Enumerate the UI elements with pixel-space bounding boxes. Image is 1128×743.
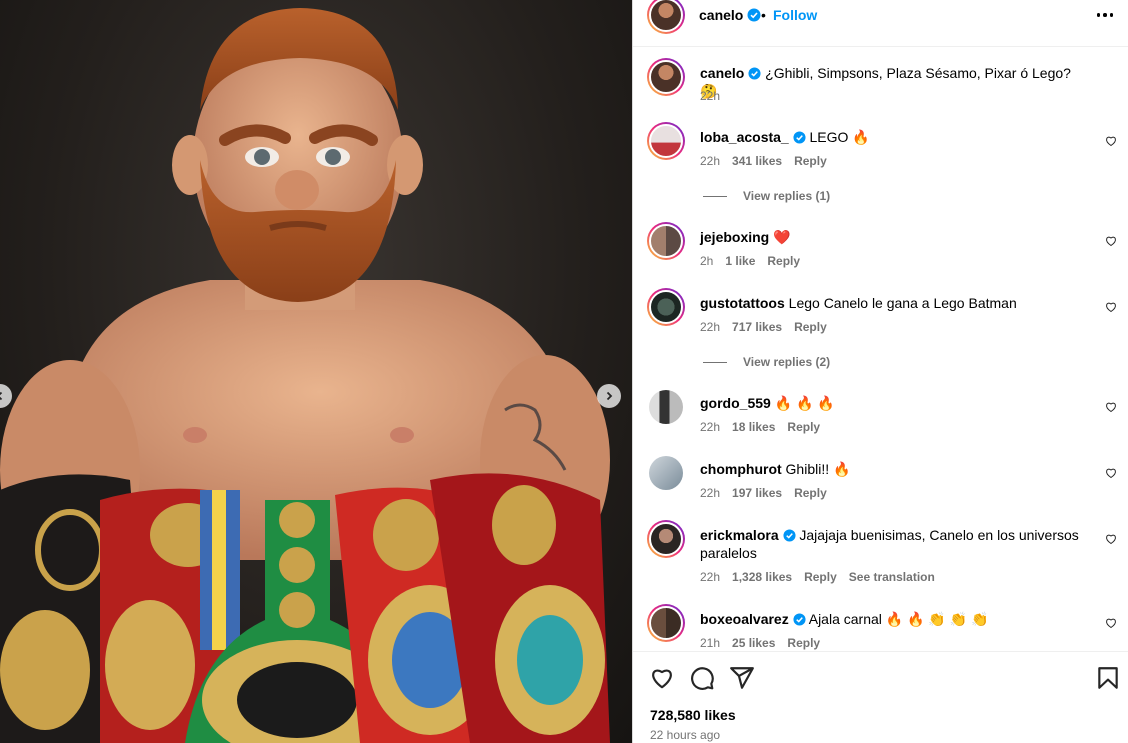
comment-body: Ghibli!! 🔥 (785, 461, 851, 477)
bookmark-icon[interactable] (1095, 665, 1121, 691)
comment-likes[interactable]: 341 likes (732, 154, 782, 168)
post-image (0, 0, 632, 743)
verified-badge-icon (793, 613, 806, 626)
comment-avatar[interactable] (647, 288, 685, 326)
follow-button[interactable]: Follow (773, 7, 817, 23)
comment-text: jejeboxing ❤️ (700, 228, 1090, 246)
verified-badge-icon (782, 529, 796, 542)
comment-avatar[interactable] (649, 456, 683, 490)
comment-username[interactable]: loba_acosta_ (700, 129, 789, 145)
reply-button[interactable]: Reply (804, 570, 837, 584)
comment-username[interactable]: boxeoalvarez (700, 611, 789, 627)
share-icon[interactable] (729, 665, 755, 691)
comment-avatar[interactable] (647, 122, 685, 160)
reply-button[interactable]: Reply (794, 154, 827, 168)
verified-badge-icon (747, 8, 761, 22)
caption-username[interactable]: canelo (700, 65, 744, 81)
caption-avatar[interactable] (647, 58, 685, 96)
post-timestamp[interactable]: 22 hours ago (650, 728, 720, 742)
view-replies-button[interactable]: View replies (2) (703, 355, 830, 369)
post-actions: 728,580 likes 22 hours ago (633, 651, 1128, 743)
comment-meta: 21h 25 likes Reply (700, 636, 820, 650)
comment-likes[interactable]: 717 likes (732, 320, 782, 334)
verified-badge-icon (793, 131, 806, 144)
comment-time: 2h (700, 254, 714, 268)
comment-body: LEGO 🔥 (809, 129, 870, 145)
comment-meta: 2h 1 like Reply (700, 254, 800, 268)
heart-icon[interactable] (1105, 617, 1117, 629)
post-header: canelo • Follow (633, 0, 1128, 47)
caption-meta: 22h (700, 89, 720, 103)
heart-icon[interactable] (1105, 135, 1117, 147)
comment-time: 22h (700, 486, 721, 500)
comment-body: Ajala carnal 🔥 🔥 👏 👏 👏 (808, 611, 989, 627)
more-options-button[interactable] (1094, 5, 1116, 25)
caption-time: 22h (700, 89, 721, 103)
heart-icon[interactable] (649, 665, 675, 691)
comment-username[interactable]: gordo_559 (700, 395, 771, 411)
comment-likes[interactable]: 1 like (725, 254, 755, 268)
comment-body: ❤️ (773, 229, 791, 245)
comment-text: chomphurot Ghibli!! 🔥 (700, 460, 1090, 478)
more-icon (1096, 13, 1101, 17)
reply-button[interactable]: Reply (767, 254, 800, 268)
comment-likes[interactable]: 25 likes (732, 636, 775, 650)
pixar-boxer-illustration (0, 8, 610, 743)
comment-text: erickmalora Jajajaja buenisimas, Canelo … (700, 526, 1090, 562)
comment-time: 22h (700, 570, 721, 584)
comment-text: gustotattoos Lego Canelo le gana a Lego … (700, 294, 1090, 312)
comment-meta: 22h 1,328 likes Reply See translation (700, 570, 935, 584)
comment-avatar[interactable] (647, 222, 685, 260)
comment-meta: 22h 717 likes Reply (700, 320, 827, 334)
post-side-panel: canelo • Follow canelo ¿Ghibli, Simpsons… (632, 0, 1128, 743)
comment-likes[interactable]: 1,328 likes (732, 570, 792, 584)
likes-count[interactable]: 728,580 likes (650, 707, 736, 723)
author-avatar[interactable] (647, 0, 685, 34)
comment-text: gordo_559 🔥 🔥 🔥 (700, 394, 1090, 412)
heart-icon[interactable] (1105, 301, 1117, 313)
comment-likes[interactable]: 197 likes (732, 486, 782, 500)
heart-icon[interactable] (1105, 467, 1117, 479)
comments-list[interactable]: canelo ¿Ghibli, Simpsons, Plaza Sésamo, … (633, 48, 1128, 651)
reply-button[interactable]: Reply (787, 636, 820, 650)
comment-avatar[interactable] (647, 604, 685, 642)
comment-username[interactable]: gustotattoos (700, 295, 785, 311)
header-separator: • (761, 7, 766, 23)
view-replies-button[interactable]: View replies (1) (703, 189, 830, 203)
comment-text: boxeoalvarez Ajala carnal 🔥 🔥 👏 👏 👏 (700, 610, 1090, 628)
comment-time: 21h (700, 636, 721, 650)
comment-body: 🔥 🔥 🔥 (774, 395, 835, 411)
heart-icon[interactable] (1105, 401, 1117, 413)
comment-body: Lego Canelo le gana a Lego Batman (788, 295, 1017, 311)
verified-badge-icon (748, 67, 761, 80)
post-modal: canelo • Follow canelo ¿Ghibli, Simpsons… (0, 0, 1128, 743)
comment-meta: 22h 197 likes Reply (700, 486, 827, 500)
comment-icon[interactable] (689, 665, 715, 691)
comment-avatar[interactable] (649, 390, 683, 424)
comment-username[interactable]: jejeboxing (700, 229, 769, 245)
reply-button[interactable]: Reply (794, 320, 827, 334)
comment-time: 22h (700, 154, 721, 168)
heart-icon[interactable] (1105, 533, 1117, 545)
reply-button[interactable]: Reply (787, 420, 820, 434)
next-image-button[interactable] (597, 384, 621, 408)
comment-meta: 22h 341 likes Reply (700, 154, 827, 168)
comment-likes[interactable]: 18 likes (732, 420, 775, 434)
comment-time: 22h (700, 320, 721, 334)
author-username[interactable]: canelo (699, 7, 761, 23)
chevron-right-icon (606, 391, 613, 401)
comment-time: 22h (700, 420, 721, 434)
caption-text: canelo ¿Ghibli, Simpsons, Plaza Sésamo, … (700, 64, 1090, 100)
comment-meta: 22h 18 likes Reply (700, 420, 820, 434)
heart-icon[interactable] (1105, 235, 1117, 247)
comment-username[interactable]: chomphurot (700, 461, 782, 477)
comment-username[interactable]: erickmalora (700, 527, 779, 543)
chevron-left-icon (0, 391, 3, 401)
reply-button[interactable]: Reply (794, 486, 827, 500)
comment-avatar[interactable] (647, 520, 685, 558)
comment-text: loba_acosta_ LEGO 🔥 (700, 128, 1090, 146)
see-translation-button[interactable]: See translation (849, 570, 935, 584)
